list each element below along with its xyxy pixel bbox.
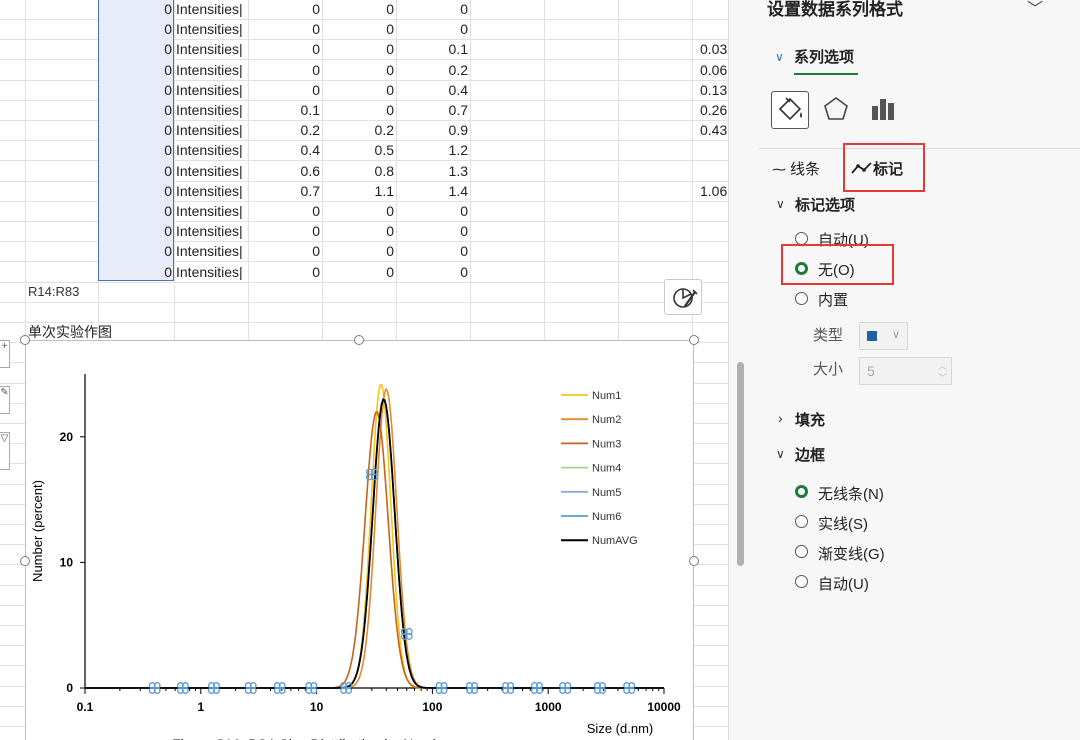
x-axis-label: Size (d.nm) <box>587 721 653 736</box>
pane-title: 设置数据系列格式 <box>767 0 903 19</box>
x-tick-label: 0.1 <box>77 700 94 714</box>
chevron-down-icon: ∨ <box>892 329 901 341</box>
marker-size-value: 5 <box>867 363 875 379</box>
type-label: 类型 <box>813 327 844 344</box>
tab-line-label: 线条 <box>790 161 821 178</box>
paint-bucket-icon <box>778 97 802 121</box>
border-section-header[interactable]: 边框 <box>795 444 825 465</box>
highlight-box <box>843 143 925 192</box>
pane-scrollbar[interactable] <box>737 362 744 566</box>
marker-size-input[interactable]: 5 ︿ ﹀ <box>859 357 952 385</box>
marker-options-header[interactable]: 标记选项 <box>795 194 855 215</box>
line-icon: ⁓ <box>772 161 786 177</box>
size-label: 大小 <box>813 361 844 378</box>
pane-options-chevron-icon[interactable]: ﹀ <box>1027 0 1043 19</box>
marker-type-select[interactable]: ∨ <box>859 322 908 350</box>
chart-plot: 0 10 20 0.1 1 10 100 1000 10000 Number (percent) S… <box>30 374 681 740</box>
radio-border-solid[interactable] <box>795 515 808 528</box>
radio-border-auto[interactable] <box>795 575 808 588</box>
x-tick-label: 1 <box>197 700 204 714</box>
chevron-down-icon[interactable]: ∨ <box>775 50 784 64</box>
effects-tab-button[interactable] <box>818 91 856 129</box>
format-data-series-pane[interactable]: 设置数据系列格式 ﹀ ∨ 系列选项 ⁓ 线条 标记 ∨ 标记选项 自动(U) 无… <box>728 0 1080 740</box>
legend-label: Num4 <box>592 463 621 475</box>
radio-border-none[interactable] <box>795 485 808 498</box>
pentagon-icon <box>824 97 848 120</box>
chevron-down-icon[interactable]: ∨ <box>776 197 785 211</box>
legend-label: Num5 <box>592 487 621 499</box>
series-options-tab-button[interactable] <box>865 91 903 129</box>
fill-section-header[interactable]: 填充 <box>795 409 825 430</box>
resize-handle[interactable] <box>689 335 699 345</box>
legend-label: NumAVG <box>592 535 638 547</box>
highlight-box <box>781 244 894 285</box>
radio-border-gradient[interactable] <box>795 545 808 558</box>
fill-line-tab-button[interactable] <box>771 91 809 129</box>
x-tick-label: 100 <box>422 700 442 714</box>
legend-label: Num1 <box>592 390 621 402</box>
series-options-tab[interactable]: 系列选项 <box>794 46 854 67</box>
radio-border-gradient-label[interactable]: 渐变线(G) <box>818 543 885 564</box>
resize-handle[interactable] <box>689 556 699 566</box>
radio-border-none-label[interactable]: 无线条(N) <box>818 483 884 504</box>
tab-line[interactable]: ⁓ 线条 <box>772 158 820 179</box>
chart-title: Figure S16. BSA Size Distribution by Num… <box>172 736 453 740</box>
x-tick-label: 10 <box>310 700 324 714</box>
radio-border-auto-label[interactable]: 自动(U) <box>818 573 869 594</box>
radio-builtin-label[interactable]: 内置 <box>818 289 848 310</box>
bar-chart-icon <box>872 99 894 120</box>
y-tick-label: 10 <box>60 555 74 569</box>
resize-handle[interactable] <box>354 335 364 345</box>
x-tick-label: 10000 <box>647 700 681 714</box>
resize-handle[interactable] <box>20 556 30 566</box>
active-tab-indicator <box>794 73 858 75</box>
chevron-down-icon[interactable]: ∨ <box>776 447 785 461</box>
marker-swatch <box>867 331 877 341</box>
y-tick-label: 20 <box>60 430 74 444</box>
spin-down-icon[interactable]: ﹀ <box>938 371 947 384</box>
radio-builtin[interactable] <box>795 292 808 305</box>
legend-label: Num2 <box>592 414 621 426</box>
x-tick-label: 1000 <box>535 700 562 714</box>
legend-label: Num3 <box>592 438 621 450</box>
resize-handle[interactable] <box>20 335 30 345</box>
legend-label: Num6 <box>592 511 621 523</box>
radio-border-solid-label[interactable]: 实线(S) <box>818 513 868 534</box>
y-axis-label: Number (percent) <box>30 480 45 582</box>
chevron-right-icon[interactable]: › <box>778 410 783 426</box>
y-tick-label: 0 <box>66 681 73 695</box>
spreadsheet-grid[interactable]: 0 Intensities| 0 0 0 0 Intensities| 0 0 0 0 Intensi… <box>0 0 728 740</box>
